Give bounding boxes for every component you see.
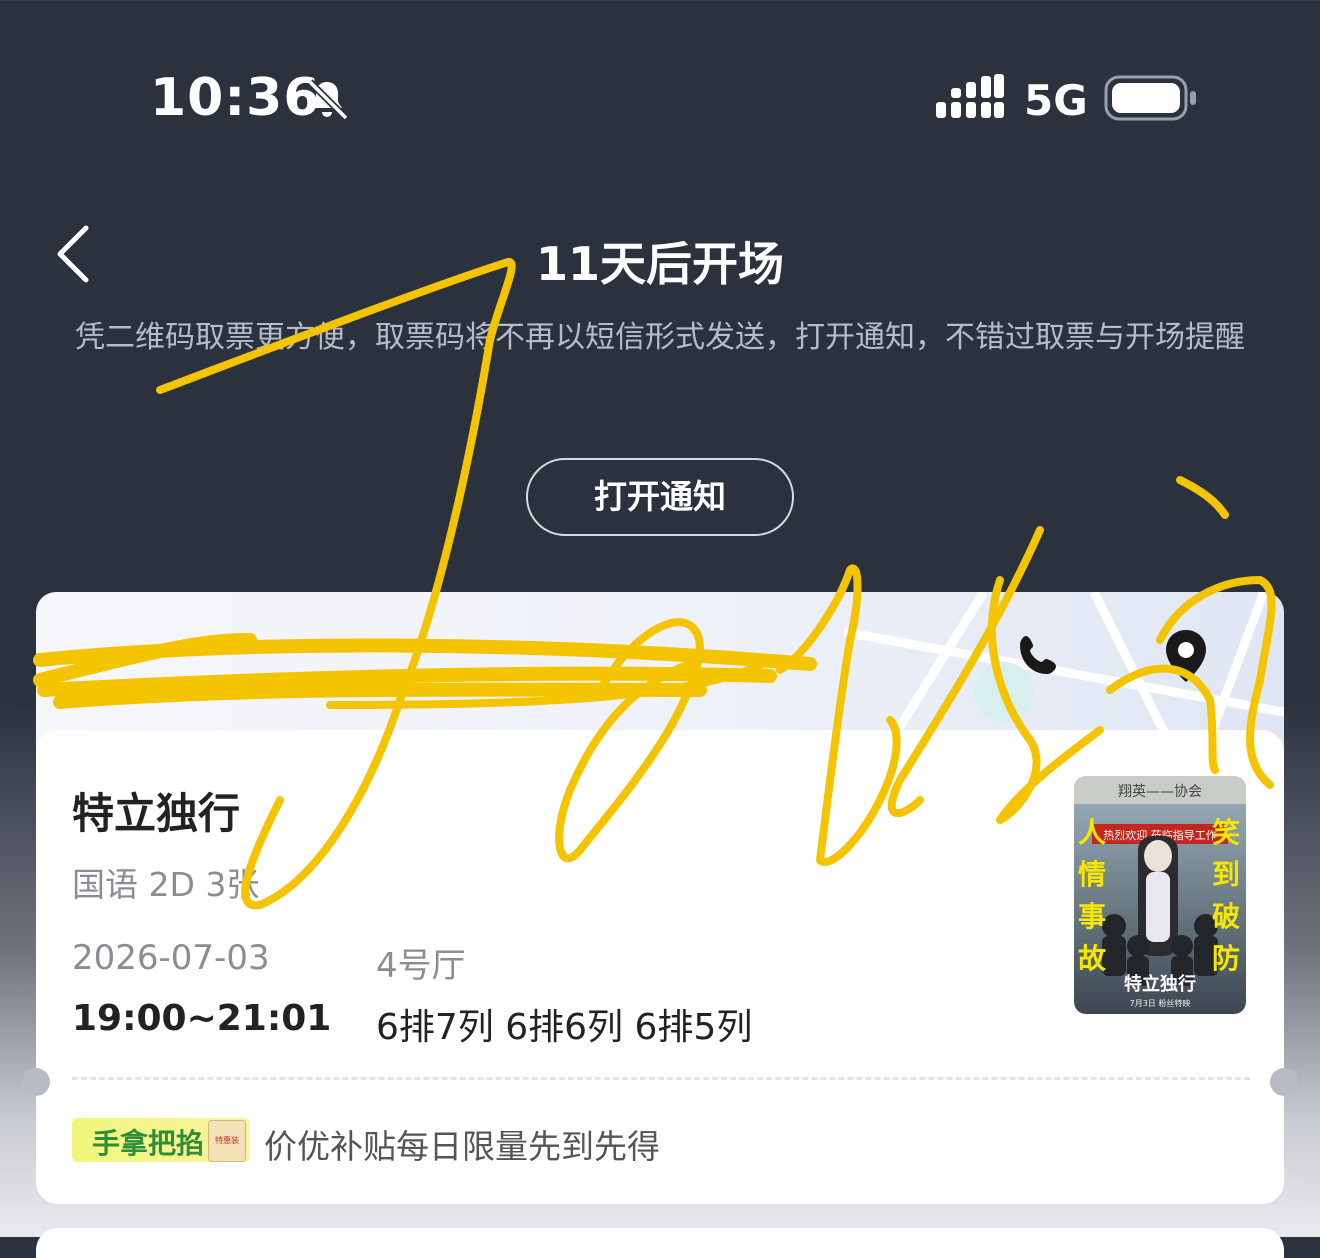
movie-poster[interactable]: 翔英——协会 热烈欢迎 莅临指导工作 人情事故 笑到破防 特立独行 7月3日 粉… xyxy=(1074,776,1246,1014)
open-notification-button[interactable]: 打开通知 xyxy=(526,458,794,536)
map-background xyxy=(844,592,1284,752)
show-date: 2026-07-03 xyxy=(72,938,270,978)
promo-text[interactable]: 价优补贴每日限量先到先得 xyxy=(264,1120,660,1168)
bell-slash-icon xyxy=(307,79,349,121)
seat-list: 6排7列 6排6列 6排5列 xyxy=(376,1007,753,1048)
next-card-edge xyxy=(36,1228,1284,1258)
movie-title: 特立独行 xyxy=(72,789,241,838)
promo-badge[interactable]: 手拿把掐 特惠装 xyxy=(72,1118,250,1162)
signal-icon xyxy=(936,74,1004,118)
battery-icon xyxy=(1104,75,1196,121)
phone-icon[interactable] xyxy=(1016,632,1062,678)
promo-badge-label: 手拿把掐 xyxy=(92,1127,205,1160)
location-pin-icon[interactable] xyxy=(1158,628,1214,684)
hall-number: 4号厅 xyxy=(376,946,466,986)
show-time: 19:00~21:01 xyxy=(72,998,332,1039)
status-bar: 10:36 5G xyxy=(0,0,1320,200)
network-type: 5G xyxy=(1024,76,1088,125)
page-title: 11天后开场 xyxy=(535,237,784,291)
cinema-info-bar[interactable] xyxy=(36,592,1284,752)
ticket-divider xyxy=(72,1077,1250,1080)
ticket-notch-right xyxy=(1270,1068,1298,1096)
poster-title-logo: 特立独行 xyxy=(1124,973,1196,995)
gift-package-icon: 特惠装 xyxy=(208,1120,246,1162)
notification-description: 凭二维码取票更方便，取票码将不再以短信形式发送，打开通知，不错过取票与开场提醒 xyxy=(75,320,1245,355)
ticket-notch-left xyxy=(22,1068,50,1096)
poster-top-sign: 翔英——协会 xyxy=(1118,783,1202,800)
status-time: 10:36 xyxy=(150,68,321,128)
movie-meta: 国语 2D 3张 xyxy=(72,865,260,904)
poster-release-note: 7月3日 粉丝特映 xyxy=(1130,998,1191,1008)
